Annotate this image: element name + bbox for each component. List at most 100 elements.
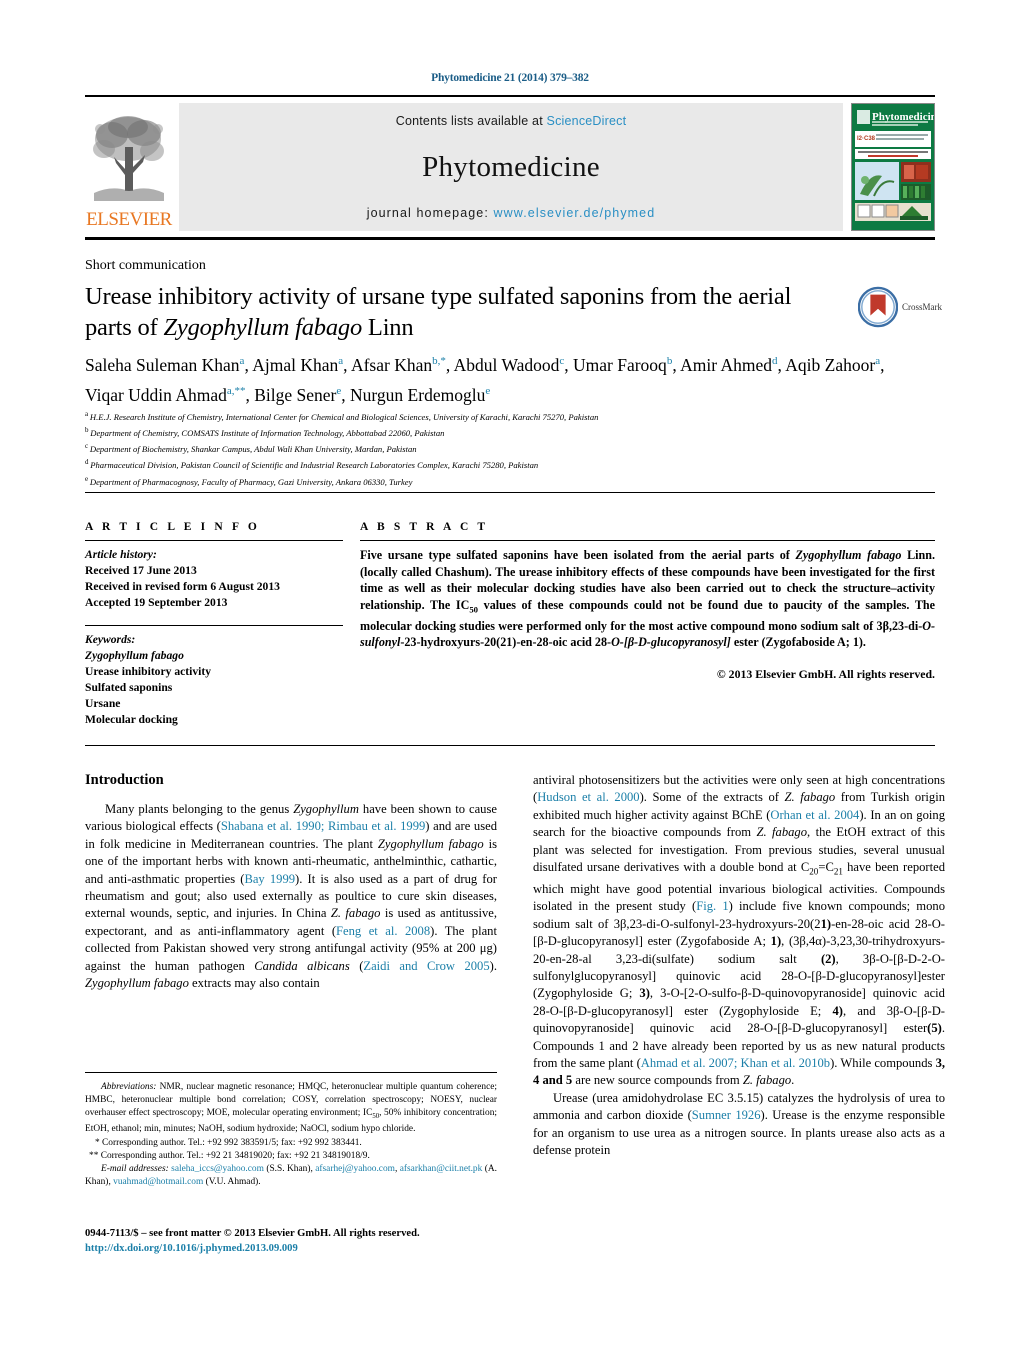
citation-link[interactable]: Shabana et al. 1990; xyxy=(221,819,325,833)
article-history-block: Article history: Received 17 June 2013 Re… xyxy=(85,547,343,612)
citation-link[interactable]: Ahmad et al. 2007; Khan et al. 2010b xyxy=(641,1056,830,1070)
italic-term: Z. fabago xyxy=(756,825,808,840)
citation-link[interactable]: Fig. 1 xyxy=(696,899,728,913)
abbreviations-label: Abbreviations: xyxy=(101,1082,160,1092)
doi-link[interactable]: http://dx.doi.org/10.1016/j.phymed.2013.… xyxy=(85,1241,585,1256)
corresponding-author-2: ** Corresponding author. Tel.: +92 21 34… xyxy=(89,1150,370,1161)
author-name: Bilge Sener xyxy=(254,384,337,405)
email-owner: (S.S. Khan) xyxy=(263,1164,311,1175)
author-affiliation-mark: b,* xyxy=(432,355,446,367)
elsevier-tree-icon xyxy=(93,116,164,201)
compound-number: (5) xyxy=(927,1021,942,1036)
crossmark-icon[interactable] xyxy=(858,286,898,328)
article-info-section: A R T I C L E I N F O Article history: R… xyxy=(85,521,343,733)
subscript: 20 xyxy=(809,866,819,877)
affiliation-entry: e Department of Pharmacognosy, Faculty o… xyxy=(85,474,413,487)
author-affiliation-mark: d xyxy=(771,355,778,367)
compound-number: 3) xyxy=(639,986,650,1001)
citation-link[interactable]: Rimbau et al. 1999 xyxy=(328,819,425,833)
citation-link[interactable]: Orhan et al. 2004 xyxy=(770,808,859,822)
citation-link[interactable]: Zaidi and Crow 2005 xyxy=(363,959,489,973)
abstract-section: A B S T R A C T Five ursane type sulfate… xyxy=(360,521,935,682)
journal-band: Contents lists available at ScienceDirec… xyxy=(179,103,843,231)
journal-cover-thumbnail: Phytomedicine I2·C38 xyxy=(851,103,935,231)
title-line-2-suffix: Linn xyxy=(362,314,414,341)
article-history-entry: Received 17 June 2013 xyxy=(85,564,197,577)
homepage-url-link[interactable]: www.elsevier.de/phymed xyxy=(494,206,656,220)
email-owner: (V.U. Ahmad) xyxy=(203,1177,259,1188)
italic-term: Zygophyllum fabago xyxy=(377,836,484,851)
author-name: Aqib Zahoor xyxy=(785,354,876,375)
email-link[interactable]: afsarkhan@ciit.net.pk xyxy=(400,1164,483,1174)
affiliation-list: a H.E.J. Research Institute of Chemistry… xyxy=(85,408,885,489)
article-info-heading: A R T I C L E I N F O xyxy=(85,521,260,533)
sciencedirect-link[interactable]: ScienceDirect xyxy=(547,114,627,128)
affiliation-text: Department of Pharmacognosy, Faculty of … xyxy=(89,476,413,487)
author-name: Afsar Khan xyxy=(350,354,433,375)
citation-link[interactable]: Hudson et al. 2000 xyxy=(537,790,639,804)
author-affiliation-mark: e xyxy=(336,384,342,397)
affiliation-entry: a H.E.J. Research Institute of Chemistry… xyxy=(85,410,599,422)
email-link[interactable]: afsarhej@yahoo.com xyxy=(315,1164,395,1174)
citation-link[interactable]: Bay 1999 xyxy=(244,872,295,886)
footnote-section: Abbreviations: NMR, nuclear magnetic res… xyxy=(85,1072,497,1190)
author-name: Nurgun Erdemoglu xyxy=(350,384,486,405)
article-history-entry: Accepted 19 September 2013 xyxy=(85,596,228,610)
italic-term: Zygophyllum xyxy=(293,802,359,816)
author-affiliation-mark: c xyxy=(559,355,565,367)
keywords-rule xyxy=(85,624,343,626)
homepage-prefix: journal homepage: xyxy=(366,206,494,220)
author-affiliation-mark: a xyxy=(239,355,245,367)
author-name: Viqar Uddin Ahmad xyxy=(85,384,227,405)
front-matter-line: 0944-7113/$ – see front matter © 2013 El… xyxy=(85,1228,420,1239)
email-link[interactable]: saleha_iccs@yahoo.com xyxy=(171,1164,264,1174)
journal-masthead: ELSEVIER Contents lists available at Sci… xyxy=(85,95,935,240)
keyword-entry: Zygophyllum fabago xyxy=(85,648,184,662)
title-species-name: Zygophyllum fabago xyxy=(163,314,362,341)
email-addresses-label: E-mail addresses: xyxy=(101,1164,172,1175)
author-name: Umar Farooq xyxy=(573,354,667,375)
email-addresses-footnote: E-mail addresses: saleha_iccs@yahoo.com … xyxy=(85,1164,497,1188)
affiliation-text: H.E.J. Research Institute of Chemistry, … xyxy=(89,411,599,422)
author-affiliation-mark: a xyxy=(338,355,344,367)
italic-term: Z. fabago xyxy=(742,1073,792,1088)
affiliation-entry: b Department of Chemistry, COMSATS Insti… xyxy=(85,426,445,439)
keyword-entry: Ursane xyxy=(85,697,121,711)
subscript: 50 xyxy=(469,604,479,615)
author-affiliation-mark: b xyxy=(666,355,673,367)
introduction-heading: Introduction xyxy=(85,772,164,788)
abstract-text: Five ursane type sulfated saponins have … xyxy=(360,548,935,650)
crossmark-badge[interactable]: CrossMark xyxy=(858,284,942,330)
svg-text:I2·C38: I2·C38 xyxy=(857,136,876,142)
affiliation-text: Pharmaceutical Division, Pakistan Counci… xyxy=(90,460,539,471)
author-affiliation-mark: e xyxy=(485,384,491,397)
italic-term: Z. fabago xyxy=(784,790,836,805)
affiliation-entry: c Department of Biochemistry, Shankar Ca… xyxy=(85,442,417,455)
divider-above-abstract xyxy=(85,492,935,493)
abstract-heading: A B S T R A C T xyxy=(360,521,489,533)
compound-number: 4) xyxy=(832,1003,844,1018)
affiliation-text: Department of Biochemistry, Shankar Camp… xyxy=(89,444,417,455)
cover-artwork: Phytomedicine I2·C38 xyxy=(852,104,934,230)
compound-number: 1) xyxy=(770,934,782,949)
article-history-lines: Received 17 June 2013 Received in revised… xyxy=(85,563,343,612)
body-column-left: Introduction Many plants belonging to th… xyxy=(85,772,497,992)
author-name: Saleha Suleman Khan xyxy=(85,354,240,375)
italic-term: O-[β-D-glucopyranosyl] xyxy=(611,635,731,650)
subscript: 21 xyxy=(833,866,843,877)
keywords-label: Keywords: xyxy=(85,632,136,646)
body-column-right: antiviral photosensitizers but the activ… xyxy=(533,772,945,1159)
journal-title: Phytomedicine xyxy=(422,150,600,183)
intro-paragraph-right-1: antiviral photosensitizers but the activ… xyxy=(533,773,946,1088)
divider-above-body xyxy=(85,745,935,746)
abstract-rule xyxy=(360,540,935,541)
italic-term: Zygophyllum fabago xyxy=(795,548,902,562)
contents-prefix: Contents lists available at xyxy=(395,114,547,128)
italic-term: Candida albicans xyxy=(254,958,350,973)
title-line-1: Urease inhibitory activity of ursane typ… xyxy=(85,283,733,310)
citation-link[interactable]: Feng et al. 2008 xyxy=(336,924,430,938)
compound-number: 1) xyxy=(820,916,832,931)
email-link[interactable]: vuahmad@hotmail.com xyxy=(113,1177,203,1187)
citation-link[interactable]: Sumner 1926 xyxy=(692,1108,761,1122)
elsevier-wordmark: ELSEVIER xyxy=(86,209,172,230)
